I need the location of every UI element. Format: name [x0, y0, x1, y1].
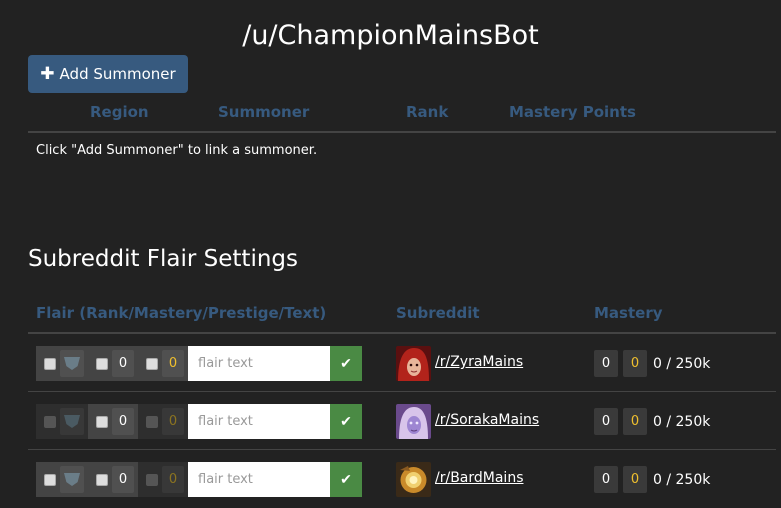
rank-checkbox[interactable] — [44, 473, 56, 486]
flair-text-input[interactable] — [188, 346, 330, 381]
mastery-prestige-badge: 0 — [623, 350, 647, 377]
bard-avatar-icon — [396, 462, 431, 497]
flair-row-zyra: 0 0 ✔ /r/ZyraMains 0 0 0 / 250k — [28, 334, 776, 391]
rank-toggle[interactable] — [36, 404, 88, 439]
rank-emblem-icon — [60, 350, 84, 377]
mastery-status: 0 0 0 / 250k — [594, 350, 710, 377]
flair-controls: 0 0 ✔ — [36, 404, 362, 439]
add-summoner-button[interactable]: ✚ Add Summoner — [28, 55, 188, 93]
add-summoner-label: Add Summoner — [59, 65, 176, 83]
flair-row-bard: 0 0 ✔ /r/BardMains 0 0 0 / 250k — [28, 450, 776, 507]
prestige-toggle[interactable]: 0 — [138, 346, 188, 381]
column-header-subreddit[interactable]: Subreddit — [396, 304, 480, 322]
mastery-prestige-badge: 0 — [623, 408, 647, 435]
column-header-mastery[interactable]: Mastery — [594, 304, 663, 322]
mastery-toggle[interactable]: 0 — [88, 404, 138, 439]
mastery-checkbox[interactable] — [96, 473, 108, 486]
prestige-toggle[interactable]: 0 — [138, 404, 188, 439]
rank-checkbox[interactable] — [44, 357, 56, 370]
column-header-region[interactable]: Region — [90, 103, 149, 123]
subreddit-link[interactable]: /r/BardMains — [435, 470, 523, 486]
mastery-checkbox[interactable] — [96, 357, 108, 370]
flair-text-input[interactable] — [188, 404, 330, 439]
prestige-checkbox[interactable] — [146, 473, 158, 486]
mastery-level-badge: 0 — [594, 350, 618, 377]
mastery-status: 0 0 0 / 250k — [594, 408, 710, 435]
mastery-checkbox[interactable] — [96, 415, 108, 428]
zyra-avatar-icon — [396, 346, 431, 381]
mastery-level-badge: 0 — [594, 466, 618, 493]
rank-toggle[interactable] — [36, 462, 88, 497]
page-title: /u/ChampionMainsBot — [242, 20, 539, 51]
prestige-toggle[interactable]: 0 — [138, 462, 188, 497]
prestige-value: 0 — [162, 350, 184, 377]
subreddit-link[interactable]: /r/ZyraMains — [435, 354, 523, 370]
summoner-empty-message: Click "Add Summoner" to link a summoner. — [36, 143, 318, 158]
mastery-value: 0 — [112, 408, 134, 435]
mastery-status: 0 0 0 / 250k — [594, 466, 710, 493]
flair-settings-title: Subreddit Flair Settings — [28, 246, 299, 272]
save-flair-button[interactable]: ✔ — [330, 346, 362, 381]
flair-text-input[interactable] — [188, 462, 330, 497]
prestige-value: 0 — [162, 466, 184, 493]
flair-controls: 0 0 ✔ — [36, 346, 362, 381]
checkmark-icon: ✔ — [340, 413, 352, 429]
checkmark-icon: ✔ — [340, 355, 352, 371]
mastery-toggle[interactable]: 0 — [88, 462, 138, 497]
column-header-summoner[interactable]: Summoner — [218, 103, 309, 123]
column-header-mastery-points[interactable]: Mastery Points — [509, 103, 636, 123]
rank-toggle[interactable] — [36, 346, 88, 381]
flair-controls: 0 0 ✔ — [36, 462, 362, 497]
prestige-checkbox[interactable] — [146, 357, 158, 370]
mastery-points-text: 0 / 250k — [653, 355, 711, 372]
mastery-points-text: 0 / 250k — [653, 413, 711, 430]
mastery-value: 0 — [112, 350, 134, 377]
mastery-value: 0 — [112, 466, 134, 493]
subreddit-link[interactable]: /r/SorakaMains — [435, 412, 539, 428]
rank-emblem-icon — [60, 408, 84, 435]
soraka-avatar-icon — [396, 404, 431, 439]
prestige-checkbox[interactable] — [146, 415, 158, 428]
column-header-flair[interactable]: Flair (Rank/Mastery/Prestige/Text) — [36, 304, 326, 322]
mastery-toggle[interactable]: 0 — [88, 346, 138, 381]
save-flair-button[interactable]: ✔ — [330, 462, 362, 497]
mastery-prestige-badge: 0 — [623, 466, 647, 493]
plus-icon: ✚ — [40, 63, 55, 84]
summoner-table-divider — [28, 131, 776, 133]
rank-checkbox[interactable] — [44, 415, 56, 428]
rank-emblem-icon — [60, 466, 84, 493]
mastery-level-badge: 0 — [594, 408, 618, 435]
flair-row-soraka: 0 0 ✔ /r/SorakaMains 0 0 0 / 250k — [28, 392, 776, 449]
save-flair-button[interactable]: ✔ — [330, 404, 362, 439]
prestige-value: 0 — [162, 408, 184, 435]
checkmark-icon: ✔ — [340, 471, 352, 487]
mastery-points-text: 0 / 250k — [653, 471, 711, 488]
column-header-rank[interactable]: Rank — [406, 103, 448, 123]
